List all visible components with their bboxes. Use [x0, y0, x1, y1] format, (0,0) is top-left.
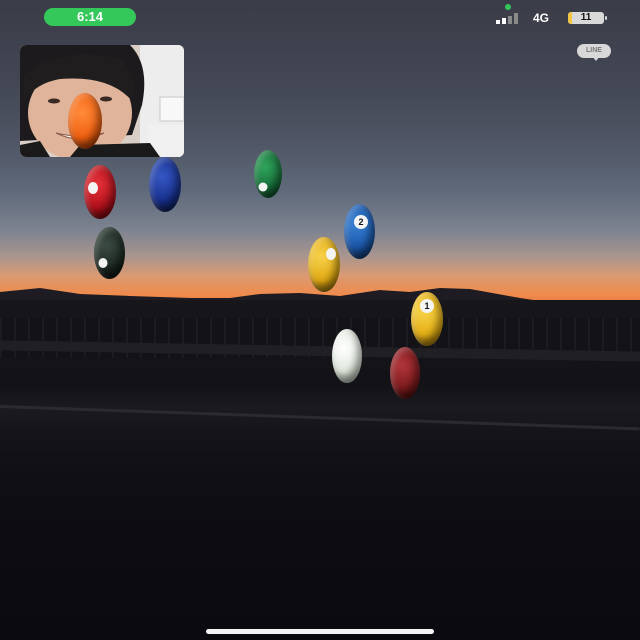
effect-ball-green	[254, 150, 282, 198]
battery-tip	[605, 16, 607, 20]
home-indicator[interactable]	[206, 629, 434, 634]
status-bar: 6:14 4G 11	[0, 0, 640, 34]
ball-number-2: 2	[354, 214, 369, 229]
effect-ball-red	[84, 165, 116, 219]
effect-ball-yellow-striped	[308, 237, 340, 292]
battery-percent: 11	[580, 12, 592, 23]
cellular-signal-icon	[496, 13, 518, 24]
effect-ball-maroon	[390, 347, 420, 399]
ball-number-1: 1	[420, 299, 434, 314]
effect-ball-orange-on-face	[68, 93, 102, 149]
battery-icon: 11	[568, 12, 604, 24]
effect-ball-blue-2: 2	[344, 204, 375, 259]
self-view-video[interactable]	[20, 45, 184, 157]
effect-ball-dark-blue	[149, 157, 181, 212]
effect-cue-ball	[332, 329, 362, 383]
camera-in-use-indicator	[505, 4, 511, 10]
line-badge-tail	[592, 56, 600, 61]
effect-ball-black	[94, 227, 125, 279]
network-type: 4G	[533, 11, 550, 25]
user-video-feed-icon	[20, 45, 184, 157]
call-time-pill[interactable]: 6:14	[44, 8, 136, 26]
effect-ball-yellow-1: 1	[411, 292, 443, 346]
